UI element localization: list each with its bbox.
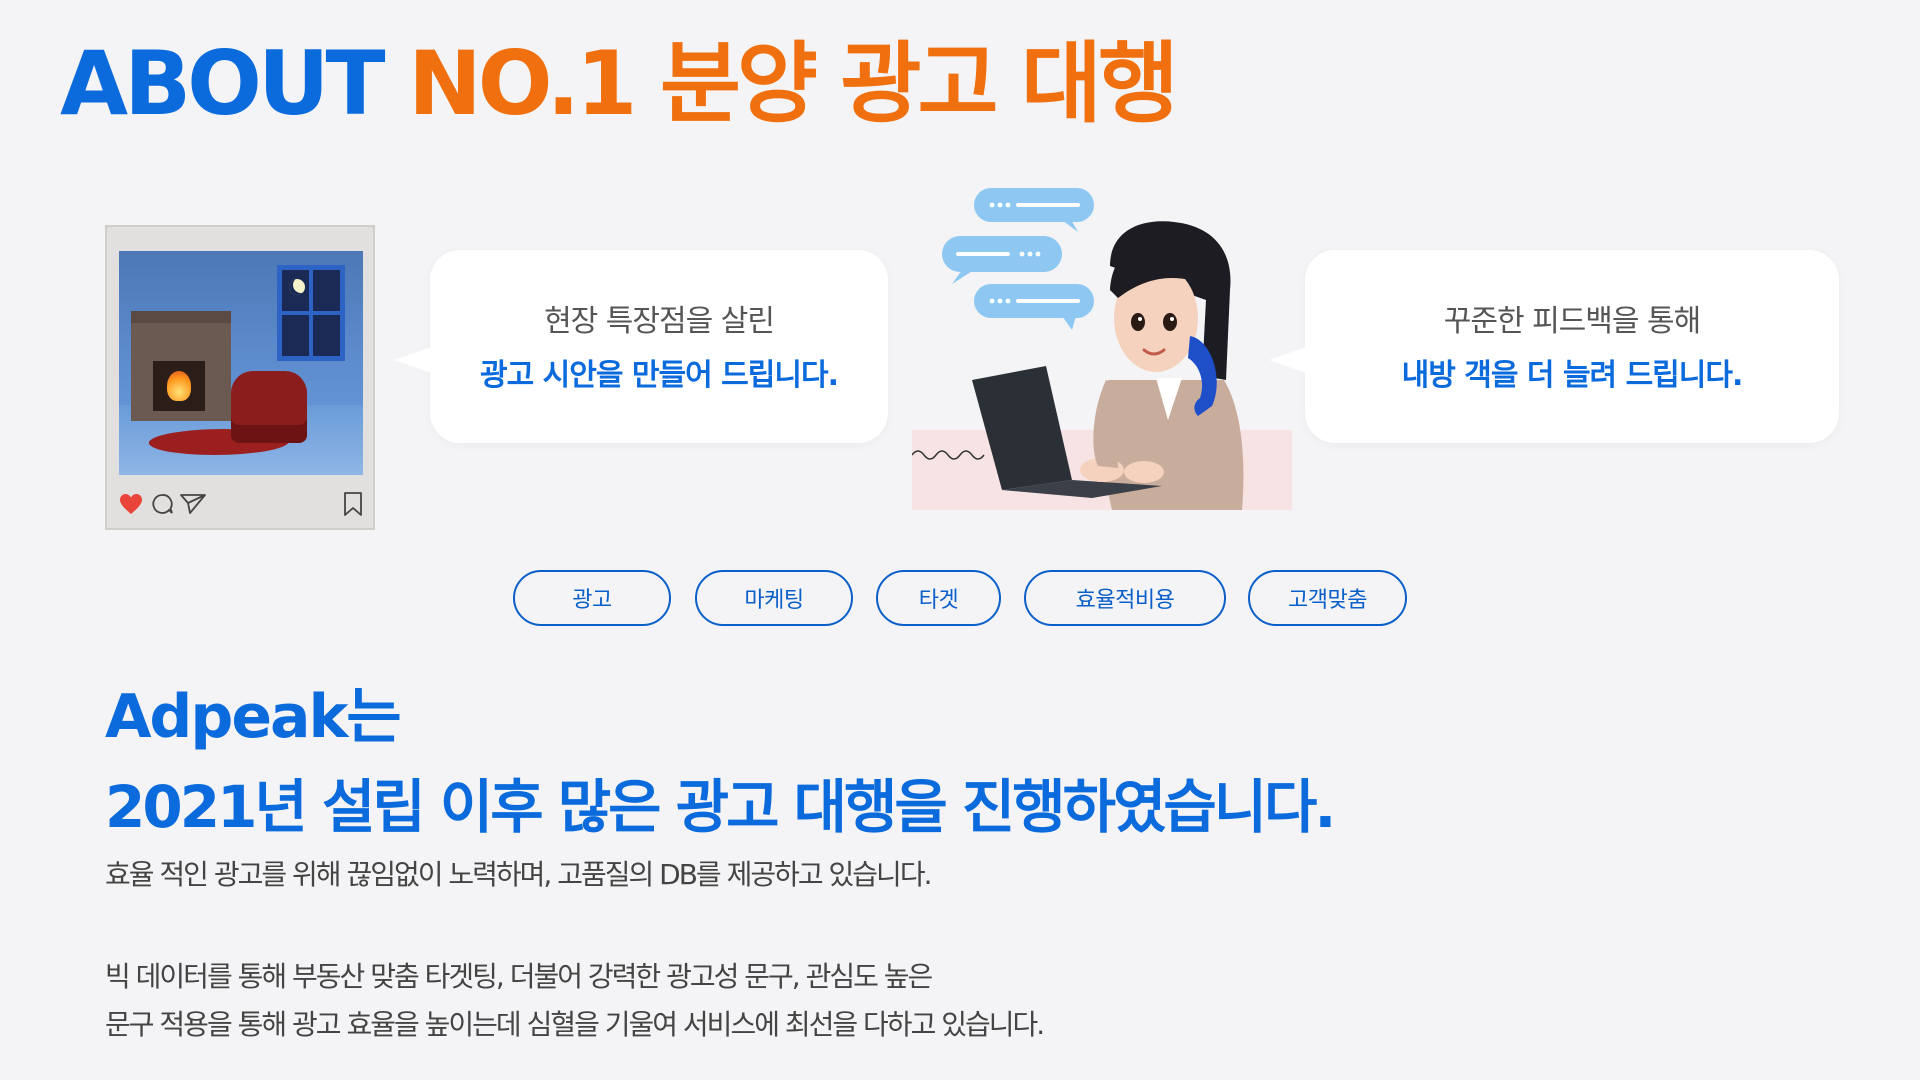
bookmark-icon [344, 492, 362, 516]
company-headline: 2021년 설립 이후 많은 광고 대행을 진행하였습니다. [105, 773, 1336, 841]
tag-target[interactable]: 타겟 [876, 570, 1001, 626]
page-title-about: ABOUT [60, 32, 385, 135]
tag-efficient-cost[interactable]: 효율적비용 [1024, 570, 1226, 626]
company-name-heading: Adpeak는 [105, 682, 402, 752]
about-paragraph-1: 효율 적인 광고를 위해 끊임없이 노력하며, 고품질의 DB를 제공하고 있습… [105, 858, 932, 891]
speech-bubble-left: 현장 특장점을 살린 광고 시안을 만들어 드립니다. [394, 250, 888, 443]
living-room-photo [119, 251, 363, 475]
send-icon [180, 494, 206, 514]
tag-customized[interactable]: 고객맞춤 [1248, 570, 1407, 626]
about-paragraph-3: 문구 적용을 통해 광고 효율을 높이는데 심혈을 기울여 서비스에 최선을 다… [105, 1008, 1045, 1041]
keyword-tags: 광고 마케팅 타겟 효율적비용 고객맞춤 [0, 570, 1920, 626]
page-title-tagline: NO.1 분양 광고 대행 [408, 32, 1179, 135]
speech-bubble-right: 꾸준한 피드백을 통해 내방 객을 더 늘려 드립니다. [1269, 250, 1839, 443]
bubble-left-line1: 현장 특장점을 살린 [544, 304, 775, 339]
about-paragraph-2: 빅 데이터를 통해 부동산 맞춤 타겟팅, 더불어 강력한 광고성 문구, 관심… [105, 960, 933, 993]
armchair-illustration [231, 371, 307, 443]
heart-icon [120, 494, 142, 514]
post-actions [119, 487, 363, 517]
fireplace-illustration [131, 311, 231, 421]
window-illustration [277, 265, 345, 361]
consultant-illustration [912, 188, 1292, 510]
comment-icon [152, 494, 173, 514]
tag-marketing[interactable]: 마케팅 [695, 570, 853, 626]
tag-advertising[interactable]: 광고 [513, 570, 671, 626]
post-card-image [105, 225, 375, 530]
bubble-right-line2: 내방 객을 더 늘려 드립니다. [1401, 358, 1744, 393]
bubble-right-line1: 꾸준한 피드백을 통해 [1443, 304, 1701, 339]
chat-bubble-icon [942, 188, 1094, 330]
bubble-left-line2: 광고 시안을 만들어 드립니다. [480, 358, 839, 393]
page-title: ABOUT NO.1 분양 광고 대행 [60, 37, 1179, 130]
